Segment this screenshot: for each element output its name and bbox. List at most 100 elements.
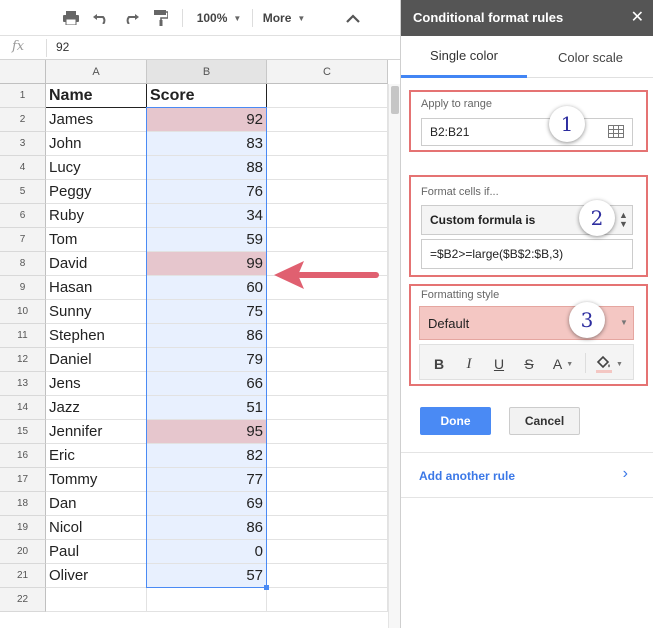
row-header[interactable]: 14 [0, 396, 46, 420]
vertical-scrollbar[interactable] [388, 84, 400, 628]
cell-empty[interactable] [267, 516, 388, 540]
print-icon[interactable] [58, 0, 84, 36]
cell-empty[interactable] [267, 372, 388, 396]
cell-empty[interactable] [267, 444, 388, 468]
cell-empty[interactable] [267, 132, 388, 156]
row-header[interactable]: 16 [0, 444, 46, 468]
paint-format-icon[interactable] [148, 0, 174, 36]
cell-score[interactable]: 60 [147, 276, 267, 300]
cell-empty[interactable] [267, 564, 388, 588]
zoom-select[interactable]: 100% ▼ [188, 0, 250, 36]
row-header[interactable]: 5 [0, 180, 46, 204]
row-header[interactable]: 7 [0, 228, 46, 252]
fill-color-button[interactable]: ▼ [592, 353, 626, 375]
cell-empty[interactable] [267, 420, 388, 444]
row-header[interactable]: 18 [0, 492, 46, 516]
cell-name[interactable]: Lucy [46, 156, 147, 180]
cell-name[interactable]: Jazz [46, 396, 147, 420]
cell-name[interactable] [46, 588, 147, 612]
done-button[interactable]: Done [420, 407, 491, 435]
cell-score[interactable]: 51 [147, 396, 267, 420]
tab-color-scale[interactable]: Color scale [527, 36, 653, 78]
cell-score[interactable]: 83 [147, 132, 267, 156]
cell-score[interactable]: 57 [147, 564, 267, 588]
cell-name[interactable]: Tom [46, 228, 147, 252]
cell-empty[interactable] [267, 108, 388, 132]
close-icon[interactable]: ✕ [631, 7, 644, 27]
cell-score[interactable]: 59 [147, 228, 267, 252]
cell-name[interactable]: Oliver [46, 564, 147, 588]
undo-icon[interactable] [88, 0, 114, 36]
cell-score[interactable]: 86 [147, 516, 267, 540]
cell-empty[interactable] [267, 468, 388, 492]
row-header[interactable]: 22 [0, 588, 46, 612]
row-header[interactable]: 19 [0, 516, 46, 540]
custom-formula-input[interactable]: =$B2>=large($B$2:$B,3) [421, 239, 633, 269]
cell-name[interactable]: Jennifer [46, 420, 147, 444]
cell-empty[interactable] [267, 588, 388, 612]
cell-empty[interactable] [267, 156, 388, 180]
cell-score[interactable]: 99 [147, 252, 267, 276]
cell-empty[interactable] [267, 396, 388, 420]
cell-empty[interactable] [267, 300, 388, 324]
cell-name[interactable]: Ruby [46, 204, 147, 228]
column-header-b[interactable]: B [147, 60, 267, 84]
cell-name[interactable]: Eric [46, 444, 147, 468]
cell-name[interactable]: Daniel [46, 348, 147, 372]
header-cell-score[interactable]: Score [147, 84, 267, 108]
italic-button[interactable]: I [458, 353, 480, 375]
cell-empty[interactable] [267, 348, 388, 372]
tab-single-color[interactable]: Single color [401, 36, 527, 78]
grid-select-icon[interactable] [608, 125, 624, 143]
header-cell-name[interactable]: Name [46, 84, 147, 108]
strikethrough-button[interactable]: S [518, 353, 540, 375]
row-header[interactable]: 13 [0, 372, 46, 396]
cell-score[interactable]: 66 [147, 372, 267, 396]
cell-score[interactable]: 79 [147, 348, 267, 372]
cell-score[interactable]: 86 [147, 324, 267, 348]
cell-score[interactable]: 69 [147, 492, 267, 516]
cell-score[interactable]: 95 [147, 420, 267, 444]
cell-score[interactable]: 92 [147, 108, 267, 132]
redo-icon[interactable] [118, 0, 144, 36]
row-header[interactable]: 21 [0, 564, 46, 588]
formula-input[interactable]: 92 [56, 40, 69, 54]
cell-name[interactable]: Hasan [46, 276, 147, 300]
cell-score[interactable]: 76 [147, 180, 267, 204]
fill-handle[interactable] [264, 585, 269, 590]
row-header[interactable]: 15 [0, 420, 46, 444]
cell-name[interactable]: John [46, 132, 147, 156]
cell-score[interactable]: 82 [147, 444, 267, 468]
cell-name[interactable]: James [46, 108, 147, 132]
cell-score[interactable]: 77 [147, 468, 267, 492]
row-header[interactable]: 4 [0, 156, 46, 180]
collapse-toolbar-icon[interactable] [340, 0, 366, 36]
row-header[interactable]: 2 [0, 108, 46, 132]
cell-name[interactable]: Peggy [46, 180, 147, 204]
add-another-rule-button[interactable]: Add another rule › [401, 452, 653, 498]
cell-name[interactable]: Jens [46, 372, 147, 396]
row-header[interactable]: 3 [0, 132, 46, 156]
cell-empty[interactable] [267, 180, 388, 204]
scrollbar-thumb[interactable] [391, 86, 399, 114]
cell-name[interactable]: David [46, 252, 147, 276]
underline-button[interactable]: U [488, 353, 510, 375]
select-all-corner[interactable] [0, 60, 46, 84]
cell-name[interactable]: Stephen [46, 324, 147, 348]
row-header[interactable]: 11 [0, 324, 46, 348]
more-button[interactable]: More ▼ [256, 0, 312, 36]
cell-empty[interactable] [267, 84, 388, 108]
column-header-c[interactable]: C [267, 60, 388, 84]
cell-empty[interactable] [267, 204, 388, 228]
cell-score[interactable]: 0 [147, 540, 267, 564]
range-input[interactable]: B2:B21 [421, 118, 633, 146]
cell-name[interactable]: Nicol [46, 516, 147, 540]
bold-button[interactable]: B [428, 353, 450, 375]
cancel-button[interactable]: Cancel [509, 407, 580, 435]
cell-score[interactable] [147, 588, 267, 612]
cell-score[interactable]: 75 [147, 300, 267, 324]
cell-empty[interactable] [267, 228, 388, 252]
row-header[interactable]: 8 [0, 252, 46, 276]
text-color-button[interactable]: A ▼ [548, 353, 578, 375]
cell-name[interactable]: Paul [46, 540, 147, 564]
